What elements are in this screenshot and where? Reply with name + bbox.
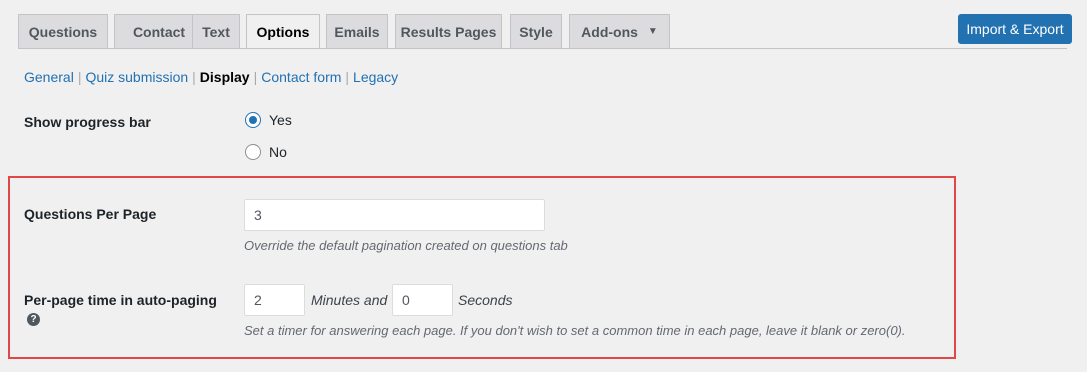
subnav-display: Display [199, 69, 250, 85]
subnav-legacy[interactable]: Legacy [353, 69, 398, 85]
per-page-time-description: Set a timer for answering each page. If … [244, 323, 906, 338]
minutes-label: Minutes and [311, 292, 388, 308]
sub-navigation: General | Quiz submission | Display | Contact … [24, 69, 398, 85]
tab-label: Emails [334, 23, 380, 40]
subnav-separator: | [345, 69, 350, 85]
subnav-separator: | [192, 69, 196, 85]
dropdown-arrow-icon: ▼ [647, 26, 658, 37]
minutes-input[interactable]: 2 [244, 284, 305, 316]
tab-style[interactable]: Style [510, 14, 562, 48]
radio-yes-label: Yes [269, 112, 292, 128]
tabs-divider [18, 48, 1067, 49]
questions-per-page-description: Override the default pagination created … [244, 238, 568, 253]
per-page-time-label: Per-page time in auto-paging [24, 292, 217, 308]
subnav-separator: | [253, 69, 258, 85]
questions-per-page-input[interactable]: 3 [244, 199, 545, 231]
tab-emails[interactable]: Emails [326, 14, 388, 48]
tab-label: Contact [132, 23, 186, 40]
tab-label: Style [519, 23, 553, 40]
seconds-input[interactable]: 0 [392, 284, 453, 316]
tab-label: Text [202, 23, 230, 40]
tab-label: Results Pages [400, 23, 497, 40]
subnav-separator: | [77, 69, 82, 85]
tab-contact[interactable]: Contact [114, 14, 204, 48]
tab-questions[interactable]: Questions [18, 14, 108, 48]
tab-text[interactable]: Text [192, 14, 240, 48]
subnav-quiz-submission[interactable]: Quiz submission [85, 69, 188, 85]
radio-no-label: No [269, 144, 287, 160]
questions-per-page-label: Questions Per Page [24, 206, 157, 222]
tab-label: Add-ons [581, 23, 638, 40]
progress-bar-no-option[interactable]: No [245, 144, 287, 160]
tab-label: Options [256, 24, 310, 40]
import-export-button[interactable]: Import & Export [958, 14, 1072, 44]
progress-bar-label: Show progress bar [24, 114, 151, 130]
progress-bar-yes-option[interactable]: Yes [245, 112, 292, 128]
help-icon[interactable]: ? [27, 313, 40, 326]
tab-label: Questions [28, 23, 98, 40]
tab-results-pages[interactable]: Results Pages [395, 14, 502, 48]
tab-options[interactable]: Options [246, 14, 320, 49]
radio-no[interactable] [245, 144, 261, 160]
subnav-general[interactable]: General [24, 69, 74, 85]
seconds-label: Seconds [458, 292, 513, 308]
tab-add-ons[interactable]: Add-ons ▼ [569, 14, 670, 48]
radio-yes[interactable] [245, 112, 261, 128]
subnav-contact-form[interactable]: Contact form [261, 69, 341, 85]
